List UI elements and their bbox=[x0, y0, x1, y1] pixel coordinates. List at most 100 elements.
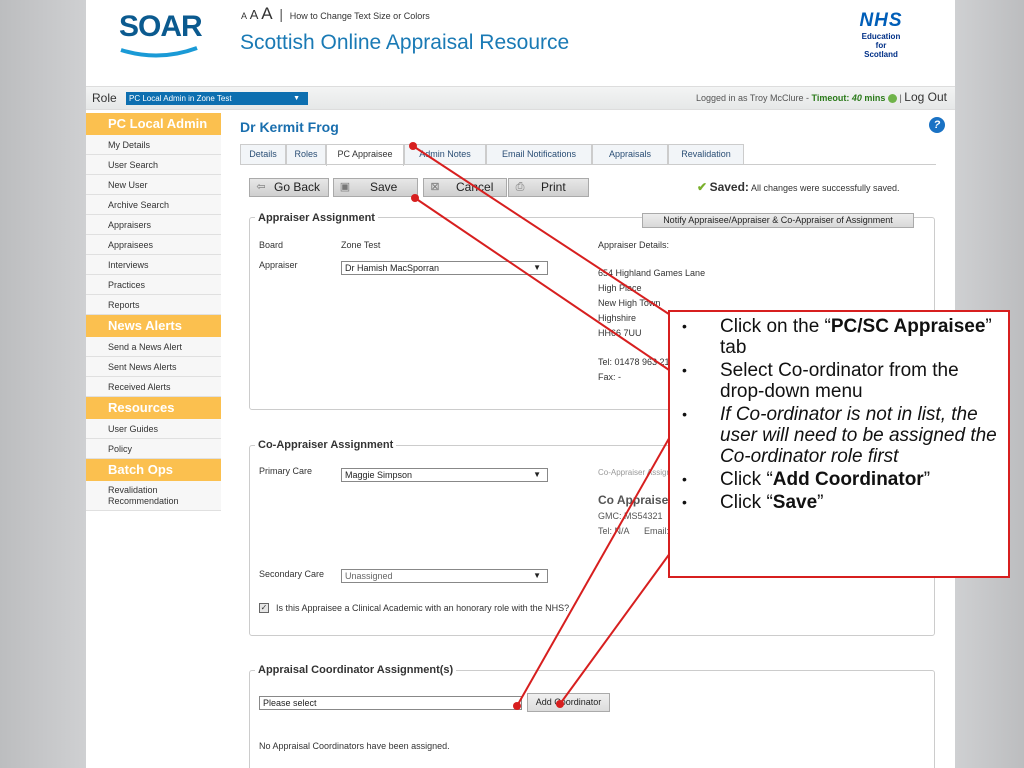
instruction-text: ” bbox=[923, 469, 931, 490]
role-select-value: PC Local Admin in Zone Test bbox=[129, 94, 232, 103]
instruction-text: ” bbox=[817, 492, 824, 513]
text-size-help-link[interactable]: How to Change Text Size or Colors bbox=[290, 11, 430, 21]
chevron-down-icon: ▼ bbox=[533, 470, 541, 479]
tab-roles[interactable]: Roles bbox=[286, 144, 326, 164]
tab-divider bbox=[240, 164, 936, 165]
instruction-callout: Click on the “PC/SC Appraisee” tab Selec… bbox=[668, 310, 1010, 578]
sidebar-item-practices[interactable]: Practices bbox=[86, 275, 221, 295]
primary-care-select-value: Maggie Simpson bbox=[345, 470, 413, 480]
sidebar-item-appraisers[interactable]: Appraisers bbox=[86, 215, 221, 235]
sidebar-item-new-user[interactable]: New User bbox=[86, 175, 221, 195]
text-size-divider: | bbox=[279, 6, 284, 22]
cancel-button[interactable]: ⊠ Cancel bbox=[423, 178, 507, 197]
secondary-care-select-value: Unassigned bbox=[345, 571, 393, 581]
page-background-left bbox=[0, 0, 86, 768]
sidebar-item-user-guides[interactable]: User Guides bbox=[86, 419, 221, 439]
print-label: Print bbox=[541, 180, 566, 194]
instruction-text: Click on the “ bbox=[720, 316, 831, 337]
sidebar-heading-resources: Resources bbox=[86, 397, 221, 419]
soar-logo-text: SOAR bbox=[119, 10, 203, 43]
logged-in-text: Logged in as Troy McClure - bbox=[695, 93, 812, 103]
instruction-emphasis: Save bbox=[772, 492, 818, 513]
add-coordinator-button[interactable]: Add Coordinator bbox=[527, 693, 610, 712]
tab-email-notifications[interactable]: Email Notifications bbox=[486, 144, 592, 164]
refresh-session-icon[interactable] bbox=[887, 94, 897, 104]
sidebar-item-appraisees[interactable]: Appraisees bbox=[86, 235, 221, 255]
instruction-item: Click on the “PC/SC Appraisee” tab bbox=[676, 316, 998, 358]
timeout-label: Timeout: bbox=[811, 93, 850, 103]
instruction-item: Click “Add Coordinator” bbox=[676, 469, 998, 490]
text-size-small[interactable]: A bbox=[241, 11, 247, 21]
instruction-item: Click “Save” bbox=[676, 492, 998, 513]
print-button[interactable]: ⎙ Print bbox=[508, 178, 589, 197]
co-appraiser-tel: Tel: N/A bbox=[598, 526, 630, 536]
no-coordinators-message: No Appraisal Coordinators have been assi… bbox=[259, 741, 450, 751]
sidebar-item-policy[interactable]: Policy bbox=[86, 439, 221, 459]
sidebar-item-sent-news-alerts[interactable]: Sent News Alerts bbox=[86, 357, 221, 377]
login-status: Logged in as Troy McClure - Timeout: 40 … bbox=[696, 90, 947, 104]
board-label: Board bbox=[259, 240, 284, 250]
tab-appraisals[interactable]: Appraisals bbox=[592, 144, 668, 164]
back-arrow-icon: ⇦ bbox=[256, 181, 266, 193]
sidebar-item-received-alerts[interactable]: Received Alerts bbox=[86, 377, 221, 397]
text-size-controls: A A A | How to Change Text Size or Color… bbox=[241, 4, 430, 24]
appraiser-select[interactable]: Dr Hamish MacSporran ▼ bbox=[341, 261, 548, 275]
appraiser-assignment-legend: Appraiser Assignment bbox=[255, 212, 378, 224]
instruction-text: Click “ bbox=[720, 469, 773, 490]
soar-logo-swoosh-icon bbox=[120, 46, 198, 58]
appraiser-select-value: Dr Hamish MacSporran bbox=[345, 263, 440, 273]
help-icon[interactable]: ? bbox=[929, 117, 945, 133]
tab-revalidation[interactable]: Revalidation bbox=[668, 144, 744, 164]
soar-logo[interactable]: SOAR bbox=[119, 10, 203, 62]
save-button[interactable]: ▣ Save bbox=[333, 178, 418, 197]
co-appraiser-gmc: GMC: MS54321 bbox=[598, 511, 663, 521]
clinical-academic-checkbox[interactable]: ✓ bbox=[259, 603, 269, 613]
role-label: Role bbox=[92, 91, 117, 105]
instruction-emphasis: PC/SC Appraisee bbox=[830, 316, 986, 337]
nhs-logo-mark: NHS bbox=[859, 10, 903, 31]
sidebar-item-reports[interactable]: Reports bbox=[86, 295, 221, 315]
printer-icon: ⎙ bbox=[515, 181, 525, 193]
site-title: Scottish Online Appraisal Resource bbox=[240, 31, 570, 54]
save-label: Save bbox=[370, 180, 398, 194]
instruction-emphasis: Add Coordinator bbox=[772, 469, 924, 490]
address-line: High Place bbox=[598, 283, 642, 293]
instruction-list: Click on the “PC/SC Appraisee” tab Selec… bbox=[676, 316, 998, 513]
tab-pc-appraisee[interactable]: PC Appraisee bbox=[326, 144, 404, 166]
sidebar-item-my-details[interactable]: My Details bbox=[86, 135, 221, 155]
chevron-down-icon: ▼ bbox=[293, 95, 300, 102]
coordinator-select[interactable]: Please select bbox=[259, 696, 522, 710]
sidebar-item-revalidation-recommendation[interactable]: Revalidation Recommendation bbox=[86, 481, 221, 511]
nhs-logo-line1: Education bbox=[861, 32, 901, 41]
sidebar-item-archive-search[interactable]: Archive Search bbox=[86, 195, 221, 215]
text-size-medium[interactable]: A bbox=[250, 7, 259, 22]
address-line: 654 Highland Games Lane bbox=[598, 268, 706, 278]
save-status-title: Saved: bbox=[709, 180, 749, 194]
text-size-large[interactable]: A bbox=[261, 4, 272, 23]
role-select[interactable]: PC Local Admin in Zone Test ▼ bbox=[126, 92, 308, 105]
chevron-down-icon: ▼ bbox=[533, 263, 541, 272]
tab-details[interactable]: Details bbox=[240, 144, 286, 164]
go-back-button[interactable]: ⇦ Go Back bbox=[249, 178, 329, 197]
instruction-text: If Co-ordinator is not in list, the user… bbox=[720, 404, 997, 467]
primary-care-label: Primary Care bbox=[259, 466, 313, 476]
go-back-label: Go Back bbox=[274, 180, 321, 194]
board-value: Zone Test bbox=[341, 240, 381, 250]
logout-link[interactable]: Log Out bbox=[904, 90, 947, 104]
nhs-logo-line3: Scotland bbox=[864, 50, 898, 59]
sidebar-item-send-news-alert[interactable]: Send a News Alert bbox=[86, 337, 221, 357]
floppy-disk-icon: ▣ bbox=[339, 181, 351, 193]
primary-care-select[interactable]: Maggie Simpson ▼ bbox=[341, 468, 548, 482]
nhs-logo-line2: for bbox=[875, 41, 887, 50]
secondary-care-select[interactable]: Unassigned ▼ bbox=[341, 569, 548, 583]
person-name: Dr Kermit Frog bbox=[240, 119, 339, 135]
notify-assignment-button[interactable]: Notify Appraisee/Appraiser & Co-Appraise… bbox=[642, 213, 914, 228]
sidebar-item-interviews[interactable]: Interviews bbox=[86, 255, 221, 275]
tab-admin-notes[interactable]: Admin Notes bbox=[404, 144, 486, 164]
nhs-logo: NHS Education for Scotland bbox=[851, 10, 911, 59]
sidebar-item-user-search[interactable]: User Search bbox=[86, 155, 221, 175]
sidebar: PC Local Admin My Details User Search Ne… bbox=[86, 113, 221, 511]
coordinator-assignment-legend: Appraisal Coordinator Assignment(s) bbox=[255, 664, 457, 676]
role-bar: Role PC Local Admin in Zone Test ▼ Logge… bbox=[86, 86, 955, 110]
instruction-item: If Co-ordinator is not in list, the user… bbox=[676, 404, 998, 467]
